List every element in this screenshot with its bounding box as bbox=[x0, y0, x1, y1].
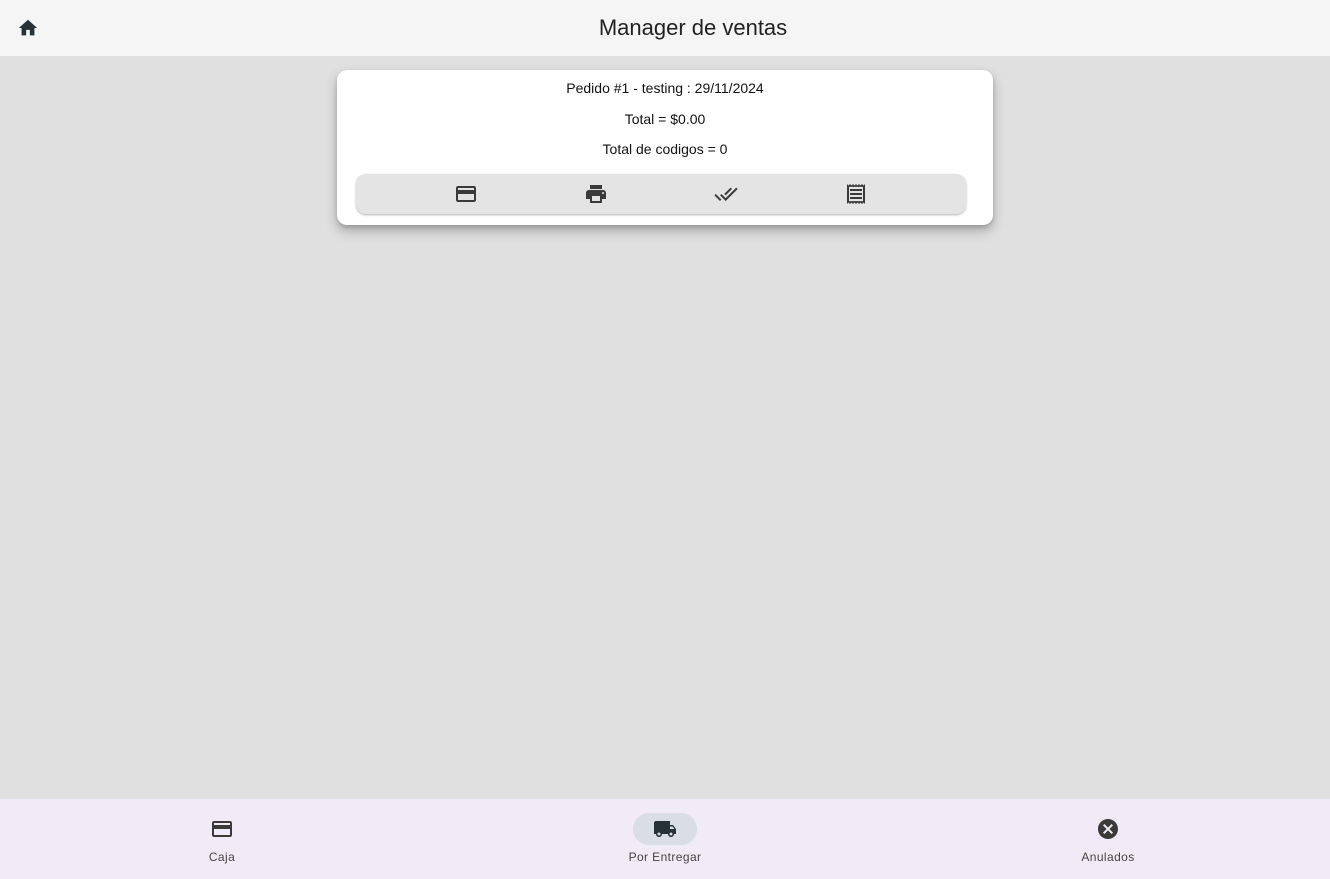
nav-item-caja[interactable]: Caja bbox=[142, 799, 302, 879]
top-app-bar: Manager de ventas bbox=[0, 0, 1330, 56]
receipt-button[interactable] bbox=[844, 182, 868, 206]
page-title: Manager de ventas bbox=[598, 15, 788, 40]
nav-indicator bbox=[190, 813, 254, 845]
nav-item-anulados[interactable]: Anulados bbox=[1028, 799, 1188, 879]
app-root: Manager de ventas Pedido #1 - testing : … bbox=[0, 0, 1330, 879]
print-button[interactable] bbox=[584, 182, 608, 206]
payment-button[interactable] bbox=[454, 182, 478, 206]
receipt-icon bbox=[847, 184, 865, 204]
truck-icon bbox=[654, 821, 676, 837]
order-card[interactable]: Pedido #1 - testing : 29/11/2024 Total =… bbox=[337, 70, 993, 225]
credit-card-icon bbox=[212, 821, 232, 837]
main-content: Pedido #1 - testing : 29/11/2024 Total =… bbox=[0, 56, 1330, 799]
done-all-icon bbox=[714, 187, 738, 201]
credit-card-icon bbox=[456, 186, 476, 202]
order-codes-total: Total de codigos = 0 bbox=[602, 141, 728, 157]
nav-item-por-entregar[interactable]: Por Entregar bbox=[585, 799, 745, 879]
nav-label-caja: Caja bbox=[208, 850, 236, 864]
nav-indicator-active bbox=[633, 813, 697, 845]
bottom-navigation: Caja Por Entregar Anulados bbox=[0, 799, 1330, 879]
order-total: Total = $0.00 bbox=[624, 111, 706, 127]
nav-label-anulados: Anulados bbox=[1081, 850, 1135, 864]
nav-label-por-entregar: Por Entregar bbox=[628, 850, 702, 864]
order-title: Pedido #1 - testing : 29/11/2024 bbox=[566, 80, 764, 96]
print-icon bbox=[586, 185, 606, 203]
order-action-bar bbox=[356, 174, 966, 214]
cancel-icon bbox=[1098, 819, 1118, 839]
mark-delivered-button[interactable] bbox=[714, 182, 738, 206]
nav-indicator bbox=[1076, 813, 1140, 845]
